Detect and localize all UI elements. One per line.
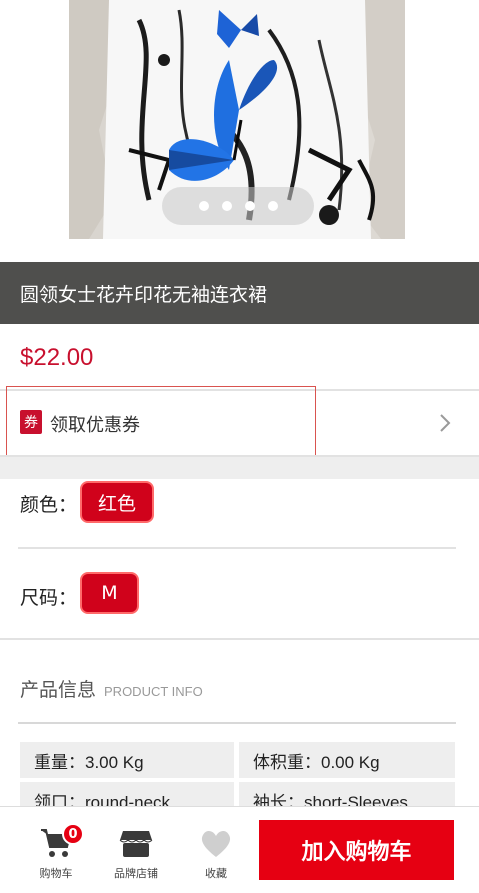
- product-gallery[interactable]: [0, 0, 479, 262]
- divider: [0, 638, 479, 640]
- heart-icon: [201, 830, 231, 857]
- store-icon: [119, 831, 153, 857]
- carousel-indicator: [162, 187, 314, 225]
- color-label: 颜色：: [20, 494, 78, 516]
- size-label: 尺码：: [20, 587, 78, 609]
- favorite-nav[interactable]: 收藏: [184, 827, 248, 881]
- product-title-bar: 圆领女士花卉印花无袖连衣裙: [0, 262, 479, 324]
- product-info-subtitle: PRODUCT INFO: [104, 684, 203, 699]
- divider: [18, 722, 456, 724]
- add-to-cart-button[interactable]: 加入购物车: [259, 820, 454, 880]
- coupon-focus-outline: [6, 386, 316, 463]
- spec-weight: 重量：3.00 Kg: [20, 742, 234, 778]
- product-info-title: 产品信息: [20, 679, 97, 701]
- product-title: 圆领女士花卉印花无袖连衣裙: [20, 283, 268, 306]
- favorite-label: 收藏: [205, 867, 227, 880]
- store-nav[interactable]: 品牌店铺: [104, 827, 168, 881]
- carousel-dot[interactable]: [221, 201, 232, 211]
- store-label: 品牌店铺: [114, 867, 158, 880]
- carousel-dot[interactable]: [267, 201, 278, 211]
- product-info-heading: 产品信息 PRODUCT INFO: [20, 675, 203, 702]
- cart-count-badge: 0: [62, 823, 84, 845]
- cart-label: 购物车: [39, 867, 73, 880]
- cart-nav[interactable]: 0 购物车: [24, 823, 88, 881]
- divider: [18, 547, 456, 549]
- product-price: $22.00: [20, 344, 94, 371]
- spec-volume-weight: 体积重：0.00 Kg: [239, 742, 455, 778]
- carousel-dot[interactable]: [244, 201, 255, 211]
- carousel-dot[interactable]: [198, 201, 209, 211]
- bottom-action-bar: 0 购物车 品牌店铺 收藏 加入购物车: [0, 806, 479, 893]
- size-option-m[interactable]: M: [80, 572, 139, 614]
- chevron-right-icon: [440, 414, 451, 432]
- section-gap: [0, 457, 479, 479]
- color-option-red[interactable]: 红色: [80, 481, 154, 523]
